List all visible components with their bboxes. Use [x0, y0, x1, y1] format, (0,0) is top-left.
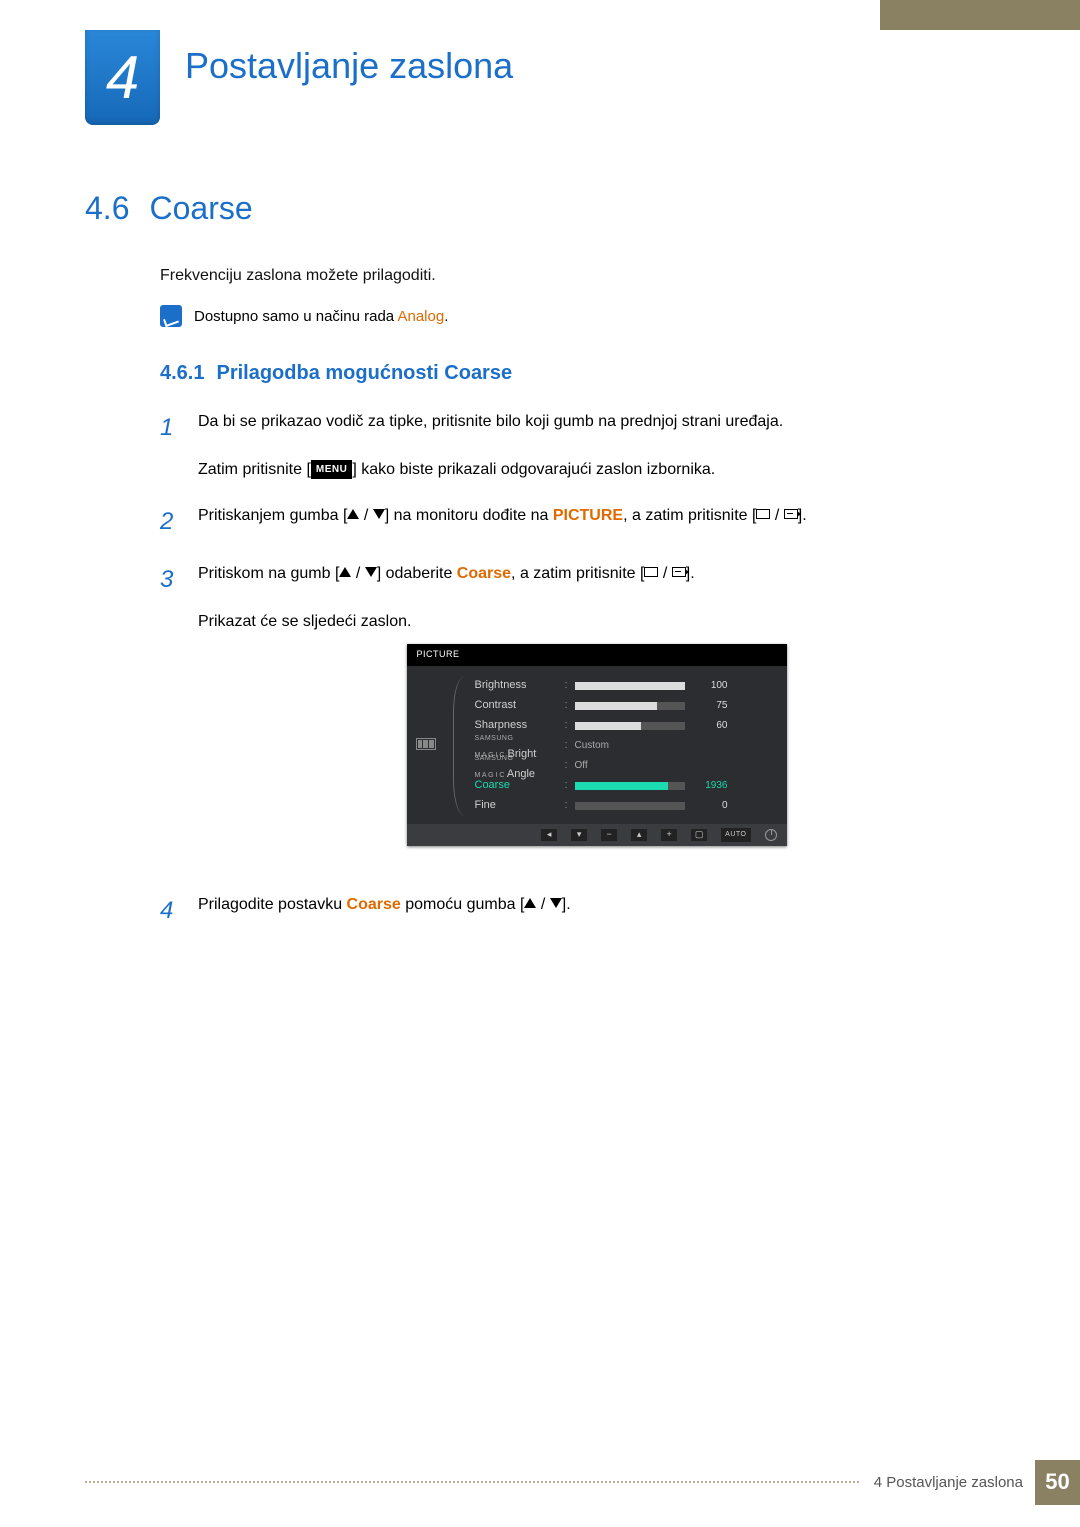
battery-icon — [416, 738, 436, 750]
osd-row-value: 1936 — [575, 778, 775, 793]
intro-text: Frekvenciju zaslona možete prilagoditi. — [160, 267, 995, 285]
chapter-number: 4 — [106, 43, 139, 112]
osd-down-icon: ▾ — [571, 829, 587, 841]
up-arrow-icon — [347, 509, 359, 519]
osd-row-value: 75 — [575, 698, 775, 713]
osd-footer: ◂ ▾ − ▴ + ▢ AUTO — [407, 824, 787, 847]
step-body: Pritiskanjem gumba [ / ] na monitoru dođ… — [198, 504, 995, 540]
coarse-target: Coarse — [457, 565, 511, 582]
osd-row-label: Brightness — [475, 677, 565, 694]
osd-list: Brightness:100Contrast:75Sharpness:60SAM… — [475, 676, 775, 816]
chapter-title: Postavljanje zaslona — [185, 45, 513, 87]
osd-row: Contrast:75 — [475, 696, 775, 716]
picture-target: PICTURE — [553, 507, 623, 524]
steps-list: 1 Da bi se prikazao vodič za tipke, prit… — [160, 410, 995, 929]
down-arrow-icon — [550, 898, 562, 908]
osd-body: Brightness:100Contrast:75Sharpness:60SAM… — [407, 666, 787, 824]
step-body: Da bi se prikazao vodič za tipke, pritis… — [198, 410, 995, 482]
osd-row-value: 0 — [575, 798, 775, 813]
enter-icon — [784, 509, 798, 519]
osd-plus-icon: + — [661, 829, 677, 841]
osd-side-indicator — [415, 676, 437, 816]
up-arrow-icon — [524, 898, 536, 908]
footer-divider — [85, 1481, 859, 1483]
up-arrow-icon — [339, 567, 351, 577]
menu-button-label: MENU — [311, 460, 352, 479]
step-number: 3 — [160, 562, 180, 871]
osd-row: Fine:0 — [475, 796, 775, 816]
osd-row-value: 100 — [575, 678, 775, 693]
osd-row-value: Custom — [575, 738, 775, 753]
osd-curve — [453, 676, 465, 816]
osd-left-icon: ◂ — [541, 829, 557, 841]
step-1: 1 Da bi se prikazao vodič za tipke, prit… — [160, 410, 995, 482]
analog-mode: Analog — [397, 308, 444, 325]
step-3: 3 Pritiskom na gumb [ / ] odaberite Coar… — [160, 562, 995, 871]
osd-screenshot: PICTURE Brightness:100Contrast:75Sharpne… — [407, 644, 787, 846]
osd-auto-label: AUTO — [721, 828, 750, 843]
page-number: 50 — [1035, 1460, 1080, 1505]
subsection-number: 4.6.1 — [160, 362, 204, 384]
step-number: 2 — [160, 504, 180, 540]
note-text: Dostupno samo u načinu rada Analog. — [194, 308, 448, 325]
osd-row: Brightness:100 — [475, 676, 775, 696]
osd-row-label: Coarse — [475, 777, 565, 794]
osd-power-icon — [765, 829, 777, 841]
footer-label: 4 Postavljanje zaslona — [874, 1474, 1023, 1491]
step-number: 4 — [160, 893, 180, 929]
page-footer: 4 Postavljanje zaslona 50 — [85, 1462, 1080, 1502]
step-body: Prilagodite postavku Coarse pomoću gumba… — [198, 893, 995, 929]
source-icon — [644, 567, 658, 577]
osd-up-icon: ▴ — [631, 829, 647, 841]
down-arrow-icon — [373, 509, 385, 519]
enter-icon — [672, 567, 686, 577]
osd-source-icon: ▢ — [691, 829, 707, 841]
step-2: 2 Pritiskanjem gumba [ / ] na monitoru d… — [160, 504, 995, 540]
down-arrow-icon — [365, 567, 377, 577]
step-number: 1 — [160, 410, 180, 482]
osd-row: SAMSUNGM A G I C Angle:Off — [475, 756, 775, 776]
osd-row-value: Off — [575, 758, 775, 773]
coarse-target: Coarse — [347, 896, 401, 913]
osd-title: PICTURE — [407, 644, 787, 666]
section-number: 4.6 — [85, 190, 129, 227]
osd-minus-icon: − — [601, 829, 617, 841]
step-4: 4 Prilagodite postavku Coarse pomoću gum… — [160, 893, 995, 929]
chapter-number-badge: 4 — [85, 30, 160, 125]
page-content: 4.6 Coarse Frekvenciju zaslona možete pr… — [85, 190, 995, 951]
osd-row: Coarse:1936 — [475, 776, 775, 796]
header-accent-bar — [880, 0, 1080, 30]
osd-row-label: Contrast — [475, 697, 565, 714]
subsection-title: Prilagodba mogućnosti Coarse — [216, 362, 512, 384]
osd-row-label: Fine — [475, 797, 565, 814]
section-title: Coarse — [149, 190, 252, 227]
source-icon — [756, 509, 770, 519]
osd-row-value: 60 — [575, 718, 775, 733]
subsection-heading: 4.6.1 Prilagodba mogućnosti Coarse — [160, 362, 995, 385]
step-body: Pritiskom na gumb [ / ] odaberite Coarse… — [198, 562, 995, 871]
note-icon — [160, 305, 182, 327]
note: Dostupno samo u načinu rada Analog. — [160, 305, 995, 327]
section-heading: 4.6 Coarse — [85, 190, 995, 227]
